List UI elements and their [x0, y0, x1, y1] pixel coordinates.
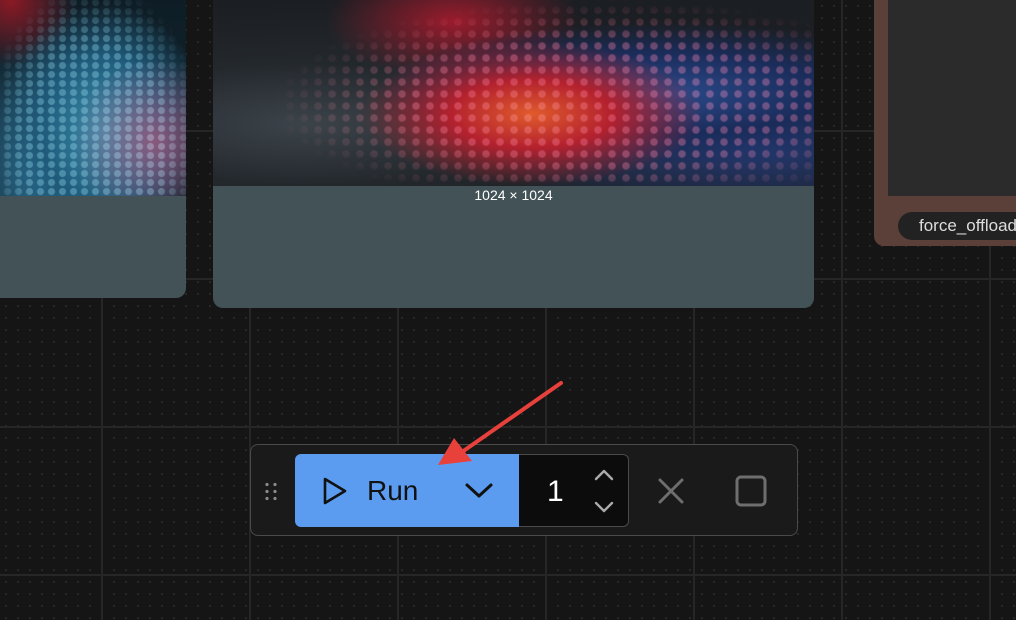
- chevron-down-icon[interactable]: [593, 499, 615, 515]
- force-offload-widget[interactable]: force_offload: [898, 212, 1016, 240]
- node-right[interactable]: force_offload: [874, 0, 1016, 246]
- chevron-up-icon[interactable]: [593, 467, 615, 483]
- square-icon[interactable]: [733, 473, 769, 509]
- drag-handle-icon[interactable]: [263, 481, 279, 503]
- graph-canvas[interactable]: 1024 × 1024 force_offload Run: [0, 0, 1016, 620]
- play-icon: [323, 477, 347, 505]
- batch-count-input[interactable]: [545, 473, 579, 511]
- image-preview-node-left[interactable]: [0, 0, 186, 298]
- run-toolbar: Run: [250, 444, 798, 536]
- run-button[interactable]: Run: [295, 454, 519, 527]
- image-size-label: 1024 × 1024: [474, 187, 553, 203]
- close-icon[interactable]: [655, 475, 687, 507]
- chevron-down-icon[interactable]: [463, 478, 495, 502]
- dragon-preview-image: [213, 0, 814, 186]
- image-preview-node-center[interactable]: 1024 × 1024: [213, 0, 814, 308]
- batch-count-stepper[interactable]: [519, 454, 629, 527]
- node-body: [888, 0, 1016, 196]
- run-label: Run: [367, 475, 419, 506]
- dragon-preview-image: [0, 0, 186, 196]
